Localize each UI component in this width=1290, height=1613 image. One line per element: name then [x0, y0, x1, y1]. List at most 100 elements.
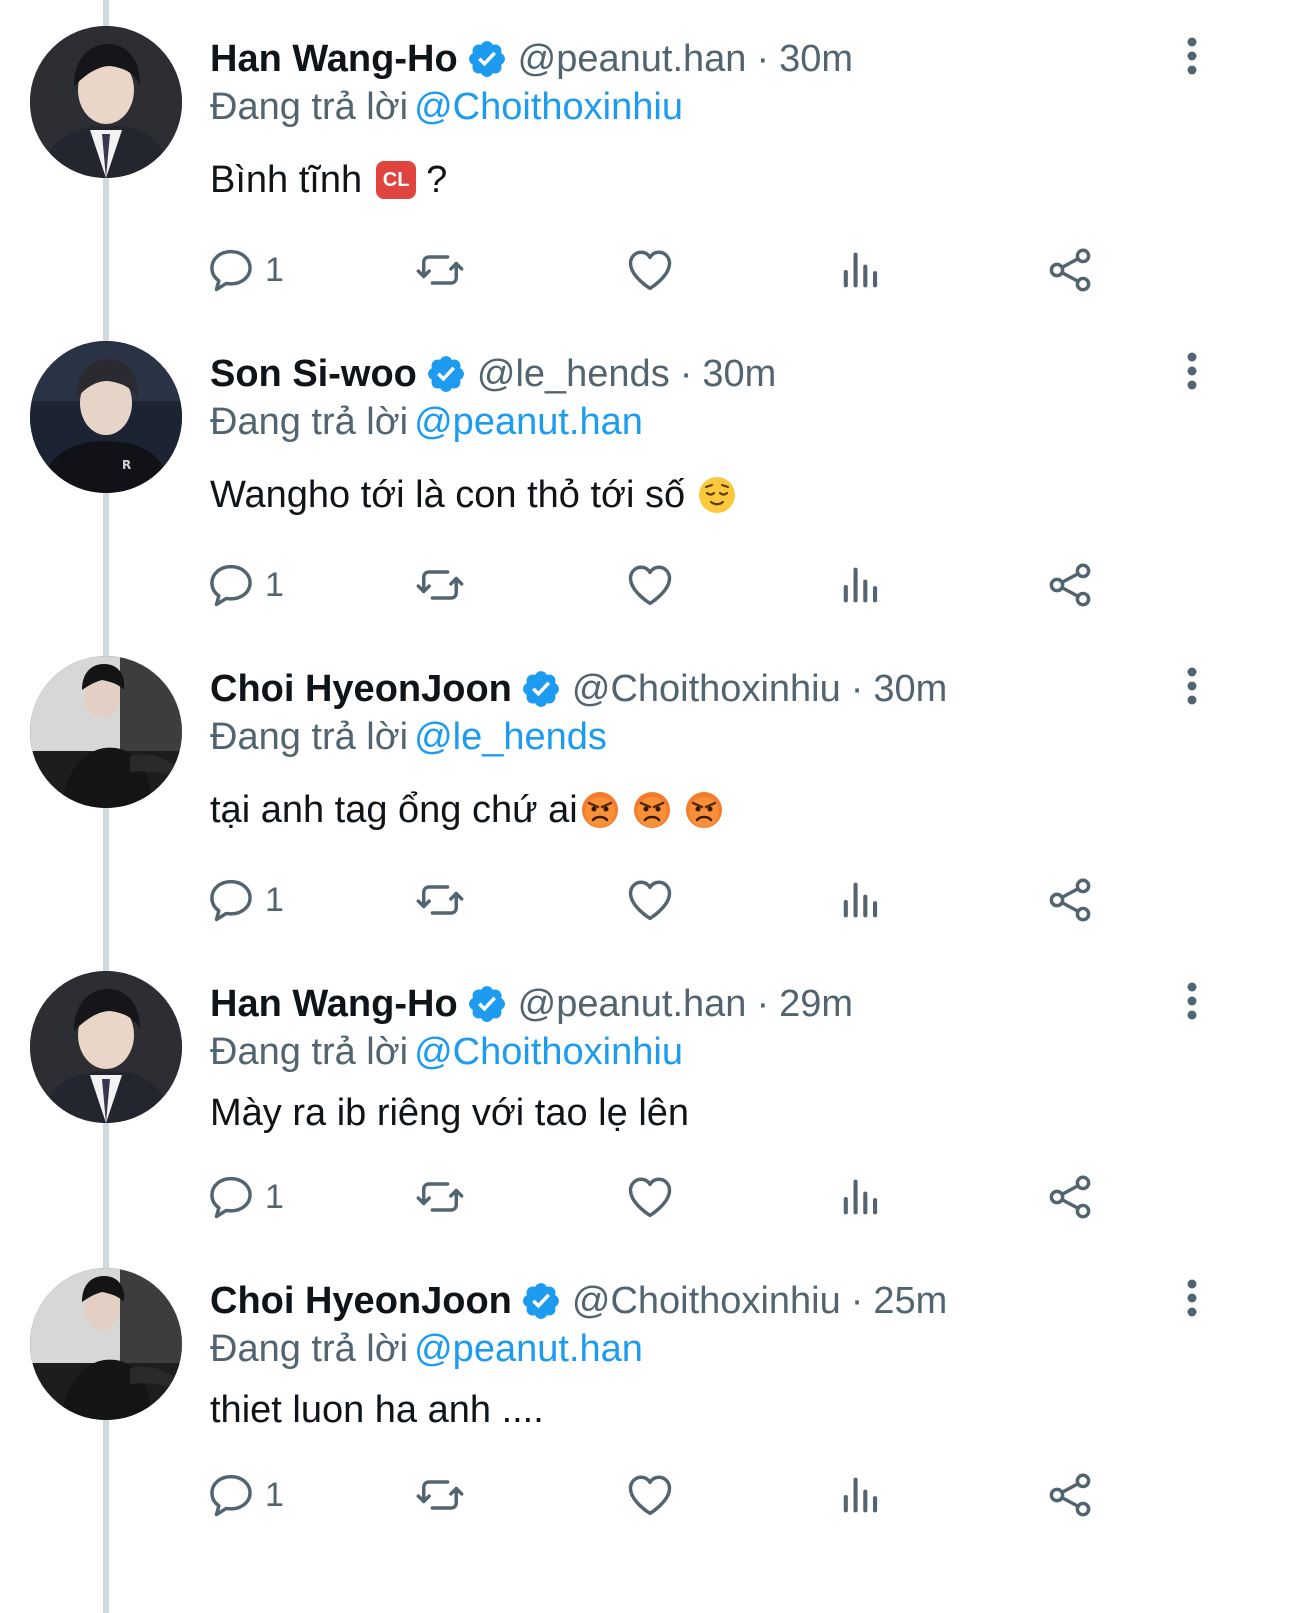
more-options-icon[interactable] — [1172, 979, 1212, 1023]
retweet-button[interactable] — [414, 1169, 466, 1225]
views-icon — [834, 1469, 886, 1521]
tweet[interactable]: Choi HyeonJoon @Choithoxinhiu · 25m Đang… — [0, 1242, 1290, 1562]
display-name[interactable]: Han Wang-Ho — [210, 34, 458, 84]
replying-to-handle[interactable]: @peanut.han — [414, 1328, 643, 1370]
timestamp[interactable]: 29m — [779, 979, 853, 1029]
avatar[interactable] — [30, 341, 182, 493]
tweet-text: tại anh tag ổng chứ ai — [210, 784, 724, 836]
retweet-button[interactable] — [414, 557, 466, 613]
cl-emoji-icon: CL — [376, 161, 417, 199]
user-handle[interactable]: @Choithoxinhiu — [572, 1276, 841, 1326]
reply-icon — [205, 874, 257, 926]
like-button[interactable] — [624, 1467, 676, 1523]
like-icon — [624, 874, 676, 926]
reply-count: 1 — [265, 250, 284, 289]
like-button[interactable] — [624, 1169, 676, 1225]
reply-button[interactable]: 1 — [205, 1467, 284, 1523]
replying-to: Đang trả lời @Choithoxinhiu — [210, 1027, 683, 1077]
share-button[interactable] — [1044, 1169, 1096, 1225]
tweet-text: Bình tĩnh CL? — [210, 154, 447, 206]
replying-to-handle[interactable]: @peanut.han — [414, 401, 643, 443]
reply-button[interactable]: 1 — [205, 557, 284, 613]
replying-to: Đang trả lời @peanut.han — [210, 1324, 643, 1374]
replying-to-handle[interactable]: @Choithoxinhiu — [414, 1031, 683, 1073]
tweet-header: Han Wang-Ho @peanut.han · 29m — [210, 979, 853, 1029]
replying-to-handle[interactable]: @le_hends — [414, 716, 607, 758]
avatar[interactable] — [30, 971, 182, 1123]
views-button[interactable] — [834, 1467, 886, 1523]
angry-face-emoji-icon — [632, 790, 672, 830]
angry-face-emoji-icon — [684, 790, 724, 830]
user-handle[interactable]: @Choithoxinhiu — [572, 664, 841, 714]
tweet[interactable]: Son Si-woo @le_hends · 30m Đang trả lời @… — [0, 315, 1290, 635]
like-button[interactable] — [624, 557, 676, 613]
replying-to-label: Đang trả lời — [210, 716, 409, 758]
tweet-text-content: thiet luon ha anh .... — [210, 1389, 544, 1431]
avatar[interactable] — [30, 26, 182, 178]
reply-count: 1 — [265, 880, 284, 919]
user-handle[interactable]: @peanut.han — [518, 979, 747, 1029]
tweet-text: Wangho tới là con thỏ tới số — [210, 469, 737, 521]
timestamp[interactable]: 30m — [873, 664, 947, 714]
more-options-icon[interactable] — [1172, 349, 1212, 393]
user-handle[interactable]: @le_hends — [477, 349, 670, 399]
retweet-button[interactable] — [414, 872, 466, 928]
like-button[interactable] — [624, 872, 676, 928]
tweet[interactable]: Han Wang-Ho @peanut.han · 30m Đang trả l… — [0, 0, 1290, 320]
retweet-icon — [414, 1171, 466, 1223]
avatar[interactable] — [30, 656, 182, 808]
views-button[interactable] — [834, 557, 886, 613]
reply-button[interactable]: 1 — [205, 242, 284, 298]
retweet-button[interactable] — [414, 1467, 466, 1523]
tweet-text-content: Wangho tới là con thỏ tới số — [210, 474, 686, 516]
timestamp[interactable]: 30m — [779, 34, 853, 84]
tweet-header: Son Si-woo @le_hends · 30m — [210, 349, 776, 399]
tweet[interactable]: Han Wang-Ho @peanut.han · 29m Đang trả l… — [0, 945, 1290, 1265]
tweet[interactable]: Choi HyeonJoon @Choithoxinhiu · 30m Đang… — [0, 630, 1290, 950]
timestamp[interactable]: 30m — [702, 349, 776, 399]
share-button[interactable] — [1044, 1467, 1096, 1523]
verified-badge-icon — [425, 353, 467, 395]
share-button[interactable] — [1044, 872, 1096, 928]
reply-button[interactable]: 1 — [205, 872, 284, 928]
display-name[interactable]: Son Si-woo — [210, 349, 417, 399]
verified-badge-icon — [520, 1280, 562, 1322]
share-icon — [1044, 559, 1096, 611]
replying-to-label: Đang trả lời — [210, 1031, 409, 1073]
tweet-header: Choi HyeonJoon @Choithoxinhiu · 25m — [210, 1276, 947, 1326]
share-button[interactable] — [1044, 557, 1096, 613]
replying-to-label: Đang trả lời — [210, 1328, 409, 1370]
views-button[interactable] — [834, 1169, 886, 1225]
avatar-image — [30, 26, 182, 178]
views-button[interactable] — [834, 872, 886, 928]
separator-dot: · — [756, 983, 770, 1025]
user-handle[interactable]: @peanut.han — [518, 34, 747, 84]
views-button[interactable] — [834, 242, 886, 298]
share-icon — [1044, 1171, 1096, 1223]
like-button[interactable] — [624, 242, 676, 298]
display-name[interactable]: Han Wang-Ho — [210, 979, 458, 1029]
share-icon — [1044, 874, 1096, 926]
verified-badge-icon — [466, 38, 508, 80]
timestamp[interactable]: 25m — [873, 1276, 947, 1326]
like-icon — [624, 1171, 676, 1223]
tweet-header: Han Wang-Ho @peanut.han · 30m — [210, 34, 853, 84]
more-options-icon[interactable] — [1172, 664, 1212, 708]
share-button[interactable] — [1044, 242, 1096, 298]
more-options-icon[interactable] — [1172, 1276, 1212, 1320]
views-icon — [834, 1171, 886, 1223]
avatar[interactable] — [30, 1268, 182, 1420]
reply-thread: Han Wang-Ho @peanut.han · 30m Đang trả l… — [0, 0, 1290, 1613]
reply-icon — [205, 1171, 257, 1223]
display-name[interactable]: Choi HyeonJoon — [210, 1276, 512, 1326]
tweet-text: Mày ra ib riêng với tao lẹ lên — [210, 1087, 689, 1139]
reply-button[interactable]: 1 — [205, 1169, 284, 1225]
replying-to-handle[interactable]: @Choithoxinhiu — [414, 86, 683, 128]
display-name[interactable]: Choi HyeonJoon — [210, 664, 512, 714]
separator-dot: · — [679, 353, 693, 395]
replying-to-label: Đang trả lời — [210, 401, 409, 443]
reply-count: 1 — [265, 565, 284, 604]
retweet-button[interactable] — [414, 242, 466, 298]
more-options-icon[interactable] — [1172, 34, 1212, 78]
reply-count: 1 — [265, 1475, 284, 1514]
